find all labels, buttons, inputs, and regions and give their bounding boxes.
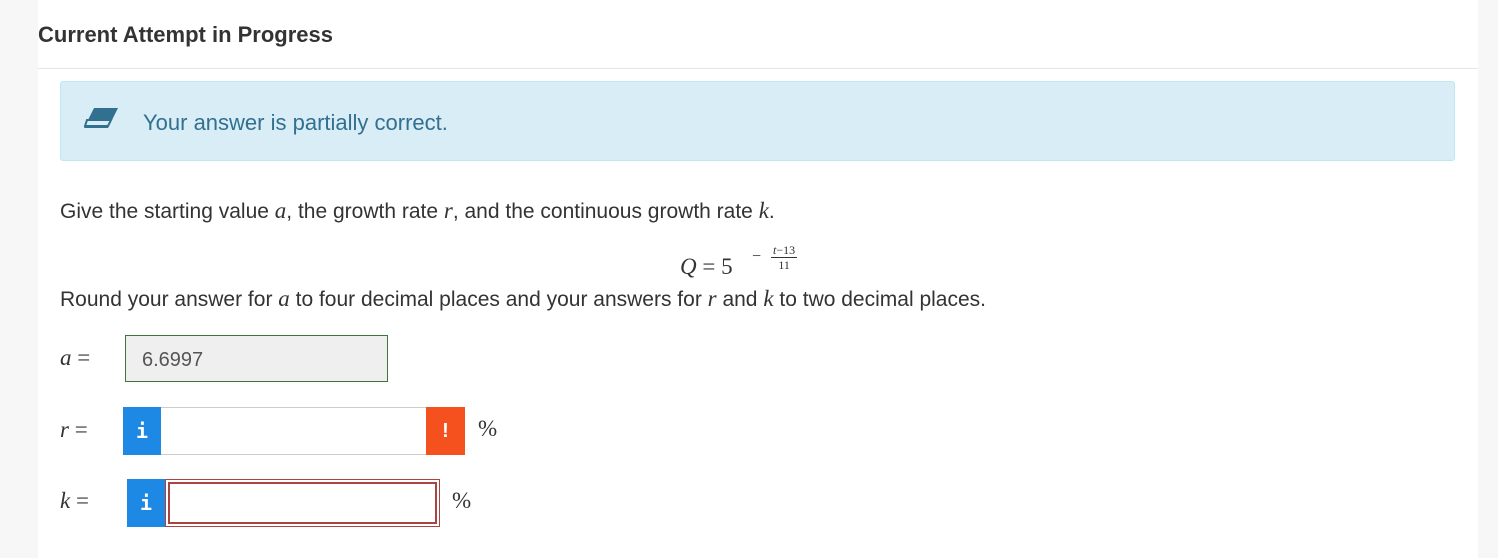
- label-r: r =: [60, 417, 88, 442]
- feedback-alert: Your answer is partially correct.: [60, 81, 1455, 161]
- label-k: k =: [60, 488, 89, 513]
- answer-r-input[interactable]: [161, 407, 427, 455]
- label-a: a =: [60, 345, 91, 370]
- answer-a-input[interactable]: 6.6997: [125, 335, 388, 382]
- equation-exponent: − t−13 11: [752, 243, 798, 272]
- info-button-r[interactable]: i: [123, 407, 161, 455]
- answer-k-input[interactable]: [165, 479, 440, 527]
- unit-r: %: [478, 416, 498, 441]
- answer-k-field[interactable]: [168, 482, 437, 524]
- question-text: Give the starting value a, the growth ra…: [60, 198, 775, 223]
- var-k: k: [758, 198, 769, 223]
- rounding-instruction: Round your answer for a to four decimal …: [60, 286, 986, 311]
- question-card: Current Attempt in Progress Your answer …: [38, 0, 1478, 558]
- page-title: Current Attempt in Progress: [38, 22, 334, 48]
- title-divider: [38, 68, 1478, 69]
- info-button-k[interactable]: i: [127, 479, 165, 527]
- eraser-icon: [84, 108, 118, 128]
- var-a: a: [274, 198, 287, 223]
- warning-button-r[interactable]: !: [426, 407, 465, 455]
- var-r: r: [443, 198, 453, 223]
- feedback-message: Your answer is partially correct.: [143, 110, 448, 135]
- unit-k: %: [452, 488, 472, 513]
- equation: Q = 5 − t−13 11: [680, 243, 798, 279]
